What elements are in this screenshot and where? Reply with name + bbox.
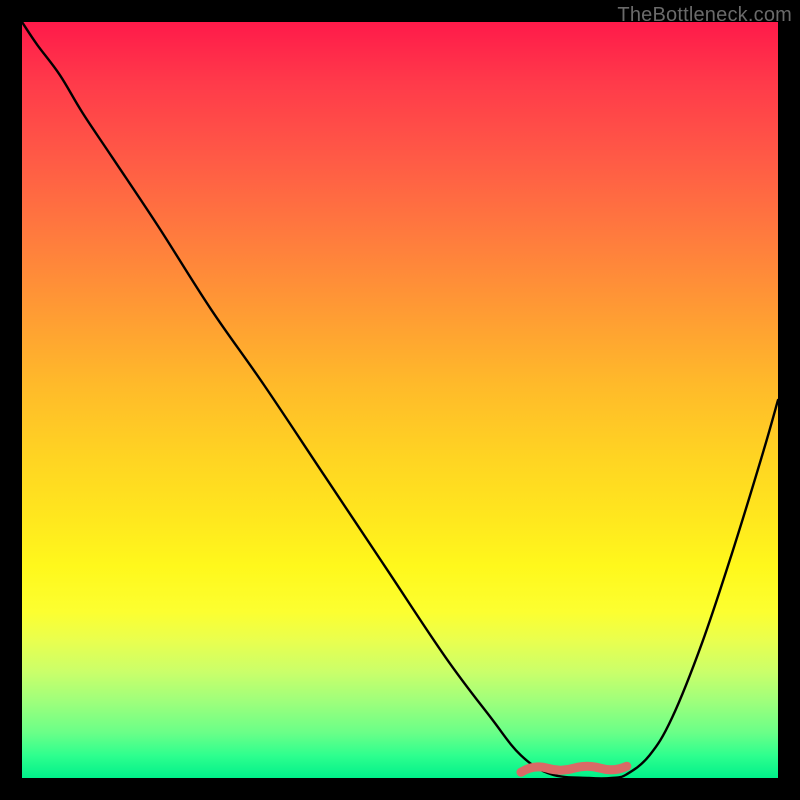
plot-area — [22, 22, 778, 778]
optimal-range-marker — [22, 22, 778, 778]
watermark-text: TheBottleneck.com — [617, 4, 792, 27]
chart-frame: TheBottleneck.com — [0, 0, 800, 800]
